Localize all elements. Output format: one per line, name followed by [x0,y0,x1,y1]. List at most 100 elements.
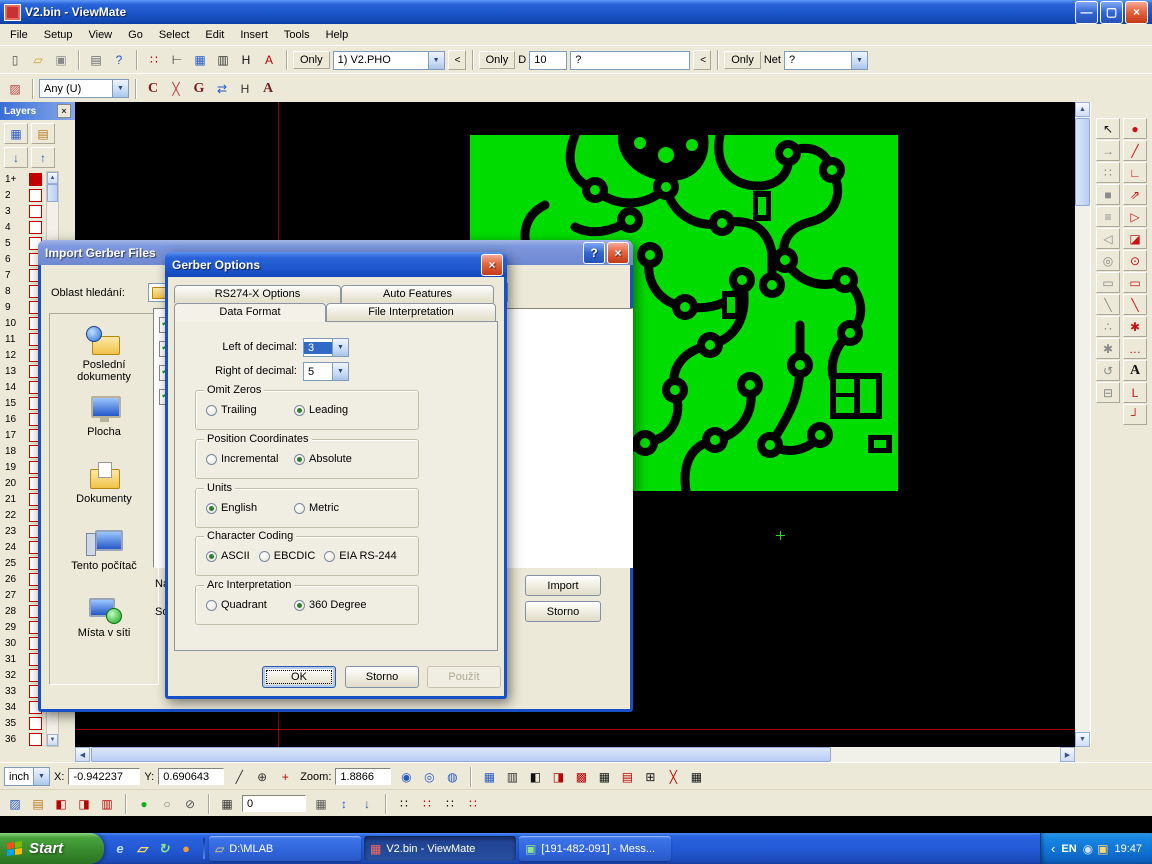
menu-tools[interactable]: Tools [276,27,318,43]
browser-icon[interactable]: ● [177,840,195,858]
dot-grid-icon[interactable]: ▦ [310,794,332,814]
only-layer-button[interactable]: Only [293,51,330,69]
context-help-icon[interactable]: ? [108,50,130,70]
close-button[interactable]: × [481,254,503,276]
left-of-decimal-combo[interactable]: 3 ▼ [303,338,349,357]
pads-red-icon[interactable]: ◨ [547,767,569,787]
pads-mix1-icon[interactable]: ▩ [570,767,592,787]
menu-go[interactable]: Go [120,27,151,43]
scroll-up-icon[interactable]: ▲ [1075,102,1090,117]
asterisk-icon[interactable]: ✱ [1096,338,1120,359]
select-cursor-icon[interactable]: ↖ [1096,118,1120,139]
hide-icons-chevron[interactable]: ‹ [1051,841,1055,856]
draw-line2-icon[interactable]: ╲ [1123,294,1147,315]
layer-row-36[interactable]: 36 [0,731,46,747]
draw-polyline-icon[interactable]: ∟ [1123,162,1147,183]
snap-point-icon[interactable]: → [1096,140,1120,161]
dots-diagonal-icon[interactable]: ∴ [1096,316,1120,337]
pads-mix2-icon[interactable]: ▦ [593,767,615,787]
diagonal-line-icon[interactable]: ╲ [1096,294,1120,315]
layer-row-35[interactable]: 35 [0,715,46,731]
layer-row-3[interactable]: 3 [0,203,46,219]
prev-dcode-button[interactable]: < [693,50,711,70]
title-bar[interactable]: V2.bin - ViewMate — ▢ × [0,0,1152,24]
draw-text-icon[interactable]: A [1123,360,1147,381]
layer-report-icon[interactable]: ▤ [31,123,55,144]
dcode-input[interactable]: 10 [529,51,567,70]
layer-row-4[interactable]: 4 [0,219,46,235]
radio-absolute[interactable]: Absolute [294,453,352,465]
layer-color-swatch[interactable] [29,733,42,746]
units-combo[interactable]: inch ▼ [4,767,50,786]
flash-display-icon[interactable]: ∷ [143,50,165,70]
help-button[interactable]: ? [583,242,605,264]
boxed-minus-icon[interactable]: ⊟ [1096,382,1120,403]
menu-file[interactable]: File [2,27,36,43]
draw-triangle-icon[interactable]: ▷ [1123,206,1147,227]
layer-color-swatch[interactable] [29,173,42,186]
open-folder-icon[interactable]: ▱ [27,50,49,70]
measure-diagonal-icon[interactable]: ╱ [228,767,250,787]
pads-mix3-icon[interactable]: ▤ [616,767,638,787]
layer-combo[interactable]: 1) V2.PHO ▼ [333,51,445,70]
draw-star-icon[interactable]: ✱ [1123,316,1147,337]
scroll-down-icon[interactable]: ▼ [47,734,58,746]
rows-red-icon[interactable]: ▥ [96,794,118,814]
pin-display-icon[interactable]: ⊢ [166,50,188,70]
place-plocha[interactable]: Plocha [50,393,158,460]
print-icon[interactable]: ▤ [85,50,107,70]
language-indicator[interactable]: EN [1061,843,1076,855]
layer-color-swatch[interactable] [29,189,42,202]
close-button[interactable]: × [1125,1,1148,24]
draw-l-icon[interactable]: L [1123,382,1147,403]
grid-points-icon[interactable]: ∷ [1096,162,1120,183]
rectangle-icon[interactable]: ▭ [1096,272,1120,293]
radio-eia-rs-244[interactable]: EIA RS-244 [324,550,396,562]
traffic-light-icon[interactable]: ● [133,794,155,814]
start-button[interactable]: Start [0,833,104,864]
frame-grid-icon[interactable]: ▦ [478,767,500,787]
component-g-icon[interactable]: G [188,79,210,99]
ie-icon[interactable]: e [111,840,129,858]
text-display-icon[interactable]: A [258,50,280,70]
only-net-button[interactable]: Only [724,51,761,69]
component-h-icon[interactable]: H [234,79,256,99]
scroll-left-icon[interactable]: ◀ [75,747,90,762]
probe-icon[interactable]: ⊘ [179,794,201,814]
radio-incremental[interactable]: Incremental [206,453,294,465]
pattern-black1-icon[interactable]: ∷ [393,794,415,814]
radio-quadrant[interactable]: Quadrant [206,599,294,611]
scroll-thumb[interactable] [1075,118,1090,206]
pads-black-icon[interactable]: ◧ [524,767,546,787]
draw-pad-icon[interactable]: ● [1123,118,1147,139]
filled-square-icon[interactable]: ■ [1096,184,1120,205]
layer-up-icon[interactable]: ↑ [31,147,55,168]
select-mode-icon[interactable]: ▨ [4,79,26,99]
tray-language-icon[interactable]: ◉ [1083,842,1093,856]
draw-hook-icon[interactable]: ┘ [1123,404,1147,425]
paint-icon[interactable]: ▨ [4,794,26,814]
menu-help[interactable]: Help [318,27,357,43]
target-circle-icon[interactable]: ◎ [1096,250,1120,271]
menu-insert[interactable]: Insert [232,27,276,43]
anchor-icon[interactable]: ↕ [333,794,355,814]
swap-horizontal-icon[interactable]: ⇄ [211,79,233,99]
layer-color-swatch[interactable] [29,221,42,234]
prev-layer-button[interactable]: < [448,50,466,70]
radio-ebcdic[interactable]: EBCDIC [259,550,316,562]
close-button[interactable]: × [607,242,629,264]
zoom-window-icon[interactable]: ◎ [418,767,440,787]
layer-color-swatch[interactable] [29,205,42,218]
minimize-button[interactable]: — [1075,1,1098,24]
stack-lines-icon[interactable]: ≡ [1096,206,1120,227]
draw-dots-icon[interactable]: … [1123,338,1147,359]
scroll-down-icon[interactable]: ▼ [1075,732,1090,747]
component-c-icon[interactable]: C [142,79,164,99]
close-icon[interactable]: × [57,104,71,118]
tab-auto-features[interactable]: Auto Features [341,285,494,303]
gerber-dialog-titlebar[interactable]: Gerber Options × [165,252,507,277]
import-button[interactable]: Import [525,575,601,596]
selection-filter-combo[interactable]: Any (U) ▼ [39,79,129,98]
layers-small-icon[interactable]: ▤ [27,794,49,814]
radio-english[interactable]: English [206,502,294,514]
